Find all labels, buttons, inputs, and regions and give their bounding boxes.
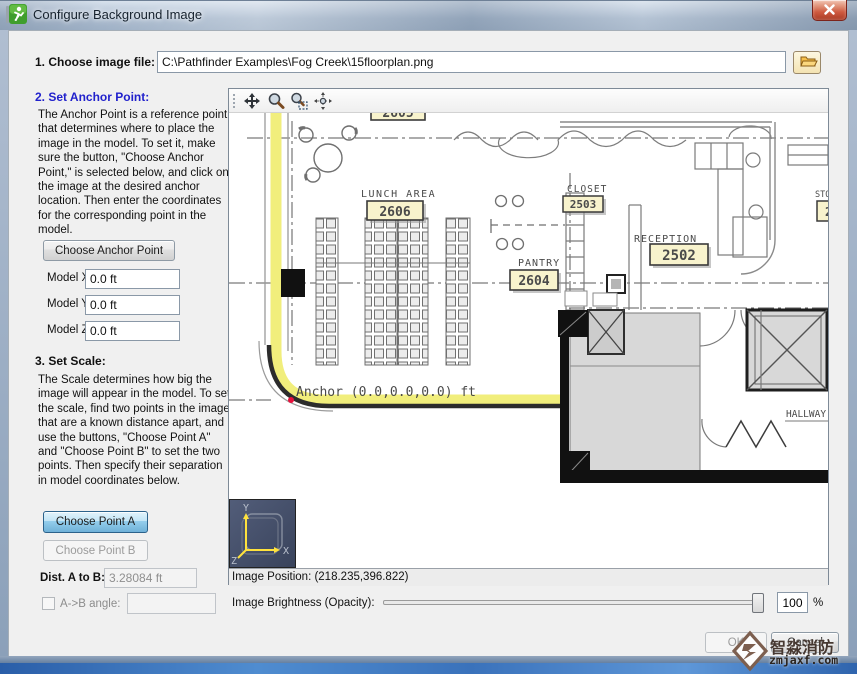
svg-text:2606: 2606 <box>379 205 410 220</box>
room-badge-pantry: 2604 <box>510 270 561 293</box>
room-badge-lunch: 2606 <box>367 201 426 223</box>
svg-text:2503: 2503 <box>570 198 597 211</box>
dist-a-to-b-input[interactable] <box>104 568 197 588</box>
image-position-statusbar: Image Position: (218.235,396.822) <box>229 568 828 586</box>
pathfinder-app-icon <box>6 4 27 25</box>
axis-x-label: X <box>283 546 289 557</box>
set-anchor-point-heading: 2. Set Anchor Point: <box>35 90 149 104</box>
closet-text: CLOSET <box>567 184 607 195</box>
choose-point-b-button[interactable]: Choose Point B <box>43 540 148 561</box>
choose-anchor-point-button[interactable]: Choose Anchor Point <box>43 240 175 261</box>
svg-text:2605: 2605 <box>382 113 413 121</box>
choose-image-file-label: 1. Choose image file: <box>35 55 155 69</box>
zoom-extents-icon[interactable] <box>313 91 333 111</box>
pan-icon[interactable] <box>242 91 262 111</box>
angle-input[interactable] <box>127 593 216 614</box>
model-y-input[interactable] <box>85 295 180 315</box>
storage-text: STO <box>815 190 828 200</box>
anchor-label: Anchor (0.0,0.0,0.0) ft <box>296 385 476 400</box>
opacity-label: Image Brightness (Opacity): <box>232 597 375 609</box>
zoom-icon[interactable] <box>266 91 286 111</box>
orientation-cube[interactable]: Y X Z <box>229 499 296 568</box>
angle-checkbox[interactable] <box>42 597 55 610</box>
anchor-point-marker[interactable] <box>288 397 294 403</box>
opacity-slider-track[interactable] <box>383 600 762 605</box>
window-border-right <box>849 30 857 658</box>
lunch-area-text: LUNCH AREA <box>361 189 436 200</box>
watermark: 智淼消防 zmjaxf.com <box>731 630 857 674</box>
room-badge-closet: 2503 <box>563 196 606 215</box>
browse-folder-button[interactable] <box>793 51 821 74</box>
model-z-input[interactable] <box>85 321 180 341</box>
zoom-box-icon[interactable] <box>289 91 309 111</box>
pantry-text: PANTRY <box>518 258 560 269</box>
svg-text:2: 2 <box>825 205 828 219</box>
set-scale-description: The Scale determines how big the image w… <box>38 373 231 488</box>
room-badge-top-partial: 2605 <box>371 113 425 121</box>
floorplan-canvas[interactable]: LUNCH AREA CLOSET RECEPTION PANTRY HALLW… <box>229 113 828 568</box>
opacity-unit-label: % <box>813 597 823 609</box>
image-file-path-input[interactable] <box>157 51 786 73</box>
column-block <box>281 269 305 297</box>
anchor-point-description: The Anchor Point is a reference point th… <box>38 108 231 238</box>
room-badge-reception: 2502 <box>650 244 711 268</box>
svg-text:2502: 2502 <box>662 248 696 264</box>
toolbar-grip[interactable] <box>232 93 237 109</box>
opacity-value-box[interactable]: 100 <box>777 592 808 613</box>
model-x-input[interactable] <box>85 269 180 289</box>
watermark-site: zmjaxf.com <box>769 653 838 667</box>
axis-z-label: Z <box>231 556 237 567</box>
close-button[interactable] <box>812 0 847 21</box>
svg-text:2604: 2604 <box>518 274 549 289</box>
close-icon <box>824 4 835 15</box>
open-folder-icon <box>800 54 818 68</box>
hallway-text: HALLWAY <box>786 409 826 420</box>
window-title: Configure Background Image <box>33 7 202 22</box>
opacity-slider-thumb[interactable] <box>752 593 764 613</box>
image-viewer-panel: LUNCH AREA CLOSET RECEPTION PANTRY HALLW… <box>228 88 829 585</box>
angle-label: A->B angle: <box>60 598 120 610</box>
axis-y-label: Y <box>243 503 249 514</box>
viewer-toolbar <box>229 89 828 113</box>
desktop-strip <box>0 663 857 674</box>
configure-background-image-dialog: Configure Background Image 1. Choose ima… <box>0 0 857 674</box>
room-badge-storage: 2 <box>817 201 828 221</box>
watermark-logo-icon <box>731 630 769 672</box>
window-border-left <box>0 30 8 658</box>
dist-a-to-b-label: Dist. A to B: <box>40 572 105 584</box>
set-scale-heading: 3. Set Scale: <box>35 354 106 368</box>
choose-point-a-button[interactable]: Choose Point A <box>43 511 148 533</box>
